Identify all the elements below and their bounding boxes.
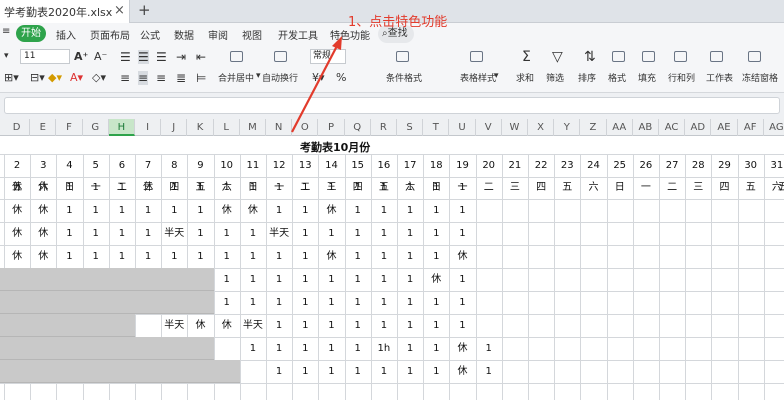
wps-window: 学考勤表2020年.xlsx × + ≡ 开始 插入 页面布局 公式 数据 审阅… [0,0,784,400]
annotation-arrow [291,36,342,133]
